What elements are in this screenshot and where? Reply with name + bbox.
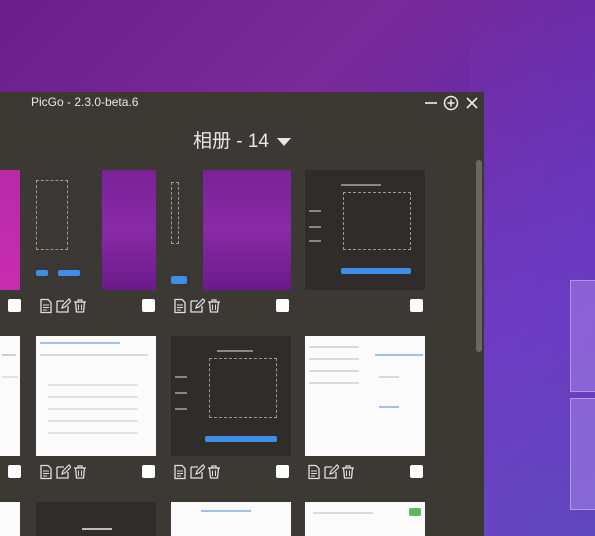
image-actions <box>172 464 223 480</box>
picgo-window: PicGo - 2.3.0-beta.6 相册 - 14 <box>0 92 484 536</box>
document-icon[interactable] <box>38 464 54 480</box>
select-checkbox[interactable] <box>276 299 289 312</box>
trash-icon[interactable] <box>340 464 356 480</box>
edit-icon[interactable] <box>189 298 206 314</box>
minus-icon[interactable] <box>422 94 440 112</box>
trash-icon[interactable] <box>72 298 88 314</box>
select-checkbox[interactable] <box>142 465 155 478</box>
image-actions <box>172 298 223 314</box>
album-title-dropdown[interactable]: 相册 - 14 <box>0 126 484 153</box>
album-thumbnail[interactable] <box>171 336 291 456</box>
image-actions <box>38 298 89 314</box>
album-title-text: 相册 - 14 <box>192 131 270 152</box>
album-thumbnail[interactable] <box>36 170 156 290</box>
trash-icon[interactable] <box>206 298 222 314</box>
select-checkbox[interactable] <box>276 465 289 478</box>
album-thumbnail[interactable] <box>171 170 291 290</box>
windows-logo <box>540 270 595 510</box>
album-thumbnail[interactable] <box>36 336 156 456</box>
image-actions <box>306 464 357 480</box>
album-thumbnail[interactable] <box>171 502 291 536</box>
trash-icon[interactable] <box>206 464 222 480</box>
album-thumbnail[interactable] <box>305 336 425 456</box>
select-checkbox[interactable] <box>8 299 21 312</box>
document-icon[interactable] <box>306 464 322 480</box>
document-icon[interactable] <box>38 298 54 314</box>
album-thumbnail[interactable] <box>0 170 20 290</box>
select-checkbox[interactable] <box>410 465 423 478</box>
document-icon[interactable] <box>172 464 188 480</box>
image-actions <box>38 464 89 480</box>
edit-icon[interactable] <box>189 464 206 480</box>
album-thumbnail[interactable] <box>36 502 156 536</box>
album-thumbnail[interactable] <box>305 170 425 290</box>
scrollbar-thumb[interactable] <box>476 160 482 352</box>
edit-icon[interactable] <box>55 464 72 480</box>
edit-icon[interactable] <box>323 464 340 480</box>
album-thumbnail[interactable] <box>0 502 20 536</box>
plus-circle-icon[interactable] <box>442 94 460 112</box>
trash-icon[interactable] <box>72 464 88 480</box>
album-thumbnail[interactable] <box>0 336 20 456</box>
document-icon[interactable] <box>172 298 188 314</box>
select-checkbox[interactable] <box>142 299 155 312</box>
caret-down-icon <box>277 137 292 146</box>
select-checkbox[interactable] <box>8 465 21 478</box>
window-title: PicGo - 2.3.0-beta.6 <box>31 95 139 109</box>
title-bar: PicGo - 2.3.0-beta.6 <box>0 92 484 114</box>
select-checkbox[interactable] <box>410 299 423 312</box>
close-icon[interactable] <box>463 94 481 112</box>
album-thumbnail[interactable] <box>305 502 425 536</box>
edit-icon[interactable] <box>55 298 72 314</box>
